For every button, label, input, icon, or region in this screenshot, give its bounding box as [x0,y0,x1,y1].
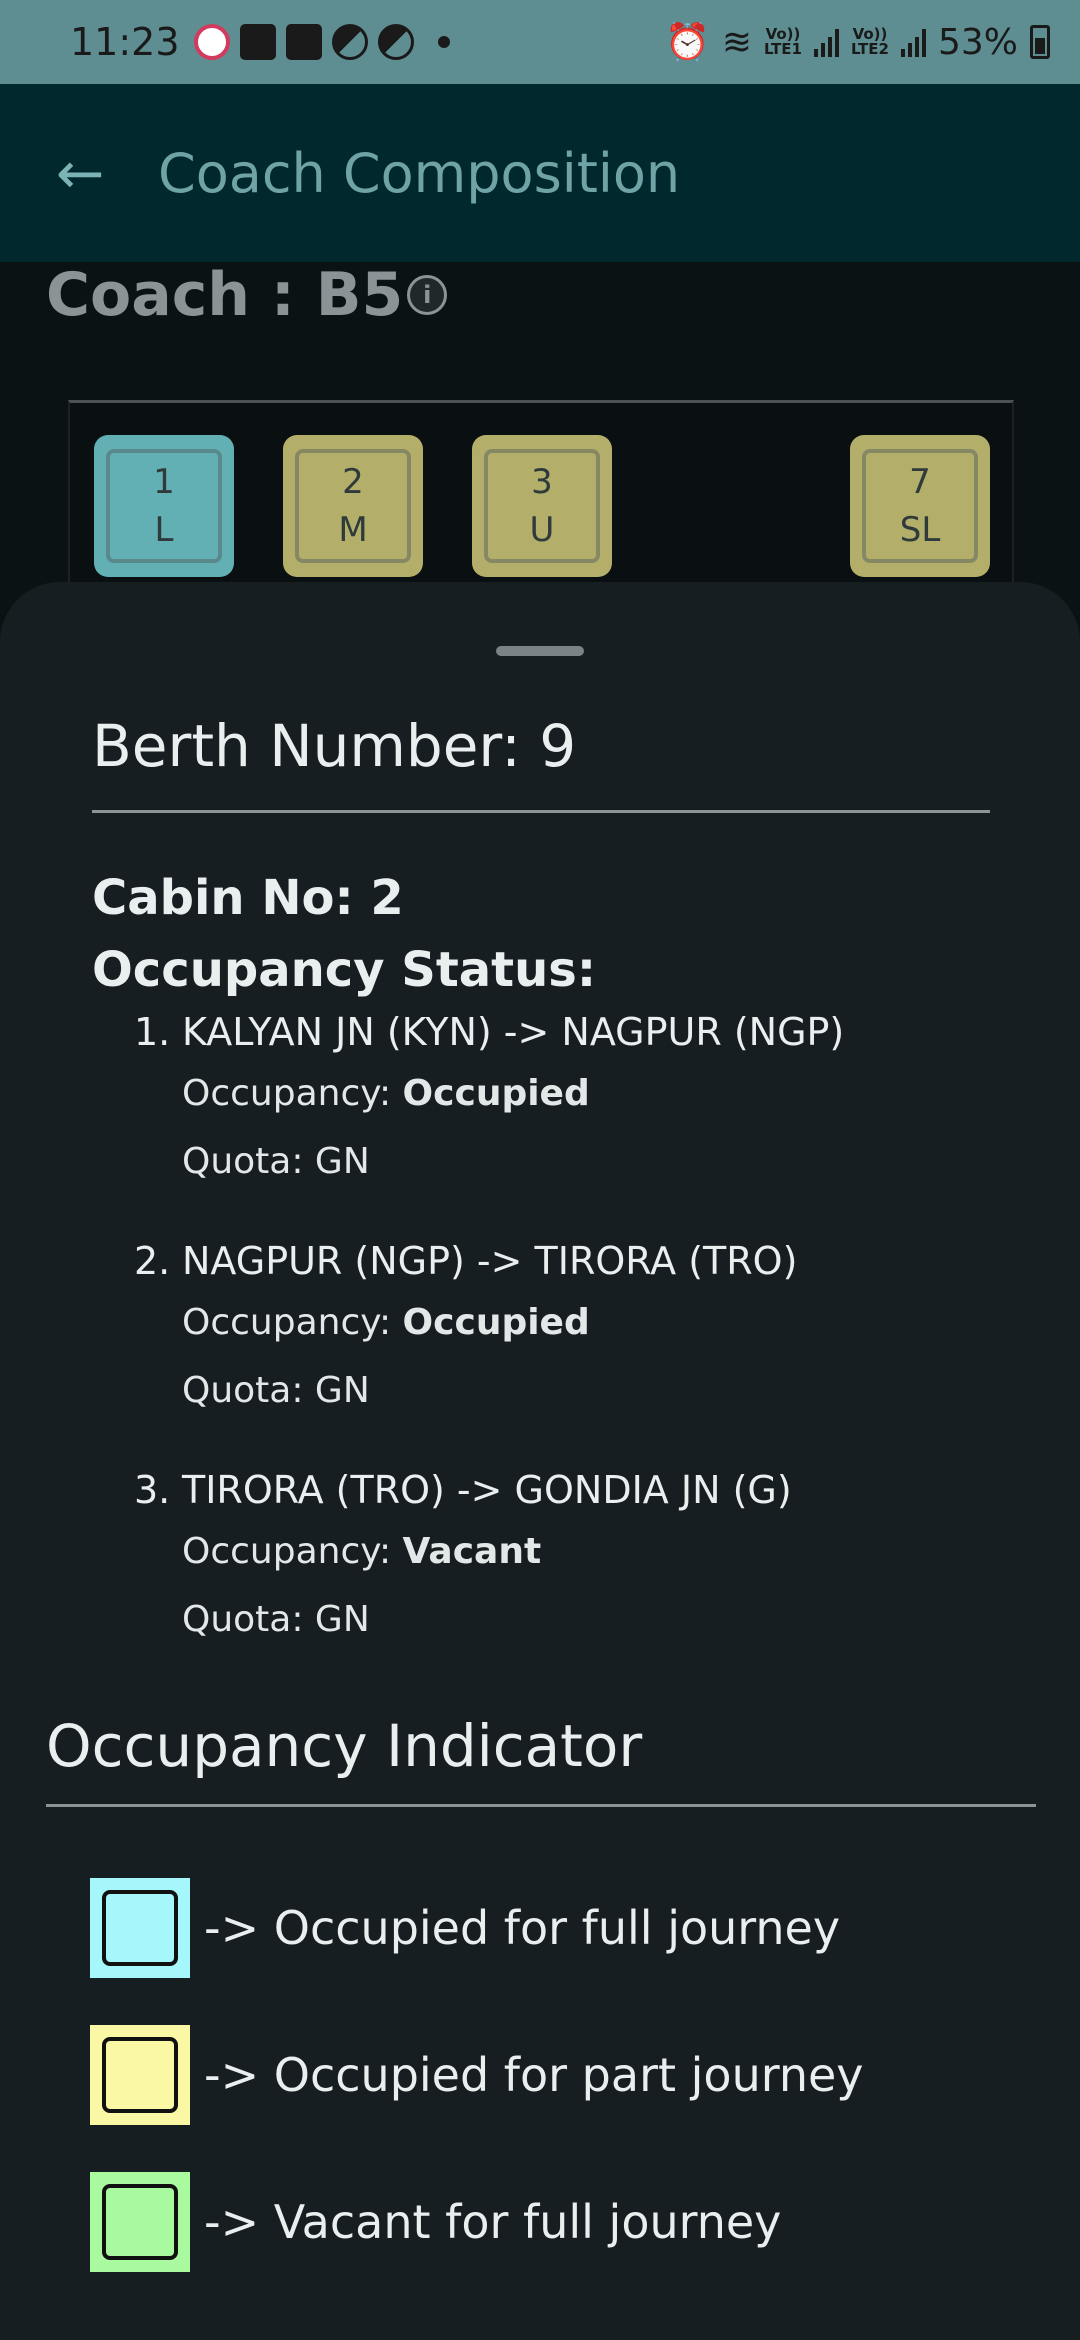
linkedin-icon [239,24,276,60]
segment-route: KALYAN JN (KYN) -> NAGPUR (NGP) [182,1010,845,1054]
berth-type: L [154,510,174,550]
berth-details-sheet: Berth Number: 9 Cabin No: 2 Occupancy St… [0,582,1080,2340]
system-icons: ⏰ ≋ Vo)) LTE1 Vo)) LTE2 53% [665,21,1050,63]
berth-number-heading: Berth Number: 9 [92,712,577,780]
network-1-label: Vo)) LTE1 [763,25,802,58]
legend-item-full-occupied: -> Occupied for full journey [90,1878,840,1978]
berth-number: 7 [909,462,931,502]
occupancy-status-heading: Occupancy Status: [92,942,597,998]
coach-title: Coach : B5 i [46,260,448,330]
status-bar: 11:23 ⏰ ≋ Vo)) LTE1 Vo)) LTE2 53% [0,0,1080,84]
segment-index: 3. [134,1468,171,1512]
berth-type: SL [899,510,941,550]
berth-2[interactable]: 2 M [283,435,423,577]
occupancy-value: Occupied [402,1073,590,1114]
segment-item: 2. NAGPUR (NGP) -> TIRORA (TRO) Occupancy… [134,1233,1034,1425]
legend-label: -> Occupied for full journey [204,1901,841,1955]
quota-text: Quota: GN [182,1370,370,1411]
occupancy-label: Occupancy: [182,1531,403,1572]
legend-label: -> Occupied for part journey [204,2048,864,2102]
segment-item: 1. KALYAN JN (KYN) -> NAGPUR (NGP) Occupa… [134,1004,1034,1196]
divider [92,810,990,813]
status-time: 11:23 [70,20,180,64]
notification-icons [193,24,450,60]
legend-label: -> Vacant for full journey [204,2195,782,2249]
legend-swatch-cyan [90,1878,190,1978]
alarm-icon: ⏰ [664,22,710,63]
berth-type: U [529,510,555,550]
legend-swatch-yellow [90,2025,190,2125]
battery-percent: 53% [937,21,1018,63]
segment-index: 2. [134,1239,171,1283]
legend-item-part-occupied: -> Occupied for part journey [90,2025,864,2125]
info-icon[interactable]: i [407,275,448,315]
battery-icon [1030,25,1050,59]
scan-app-icon [285,24,322,60]
half-circle-icon-2 [377,24,414,60]
occupancy-indicator-title: Occupancy Indicator [46,1712,643,1780]
legend-item-vacant: -> Vacant for full journey [90,2172,781,2272]
half-circle-icon [331,24,368,60]
divider [46,1804,1036,1807]
signal-1-icon [813,27,839,57]
occupancy-label: Occupancy: [182,1073,403,1114]
signal-2-icon [900,27,926,57]
occupancy-value: Occupied [402,1302,590,1343]
more-notifications-dot-icon [437,36,450,48]
berth-type: M [338,510,368,550]
coach-title-text: Coach : B5 [46,260,404,330]
segment-index: 1. [134,1010,171,1054]
berth-3[interactable]: 3 U [472,435,612,577]
berth-number: 1 [153,462,175,502]
occupancy-value: Vacant [402,1531,542,1572]
app-bar: ← Coach Composition [0,84,1080,262]
sheet-drag-handle[interactable] [496,646,584,656]
cabin-number: Cabin No: 2 [92,870,404,926]
occupancy-label: Occupancy: [182,1302,403,1343]
berth-layout-panel: 1 L 2 M 3 U 7 SL [68,400,1014,600]
quota-text: Quota: GN [182,1141,370,1182]
app-notification-icon [193,24,230,60]
network-2-label: Vo)) LTE2 [850,25,889,58]
wifi-icon: ≋ [721,21,752,63]
berth-number: 3 [531,462,553,502]
quota-text: Quota: GN [182,1599,370,1640]
segment-route: TIRORA (TRO) -> GONDIA JN (G) [182,1468,792,1512]
legend-swatch-green [90,2172,190,2272]
berth-1[interactable]: 1 L [94,435,234,577]
berth-7[interactable]: 7 SL [850,435,990,577]
berth-number: 2 [342,462,364,502]
page-title: Coach Composition [158,141,681,205]
segment-item: 3. TIRORA (TRO) -> GONDIA JN (G) Occupanc… [134,1462,1034,1654]
back-arrow-icon[interactable]: ← [40,133,120,213]
segment-route: NAGPUR (NGP) -> TIRORA (TRO) [182,1239,798,1283]
